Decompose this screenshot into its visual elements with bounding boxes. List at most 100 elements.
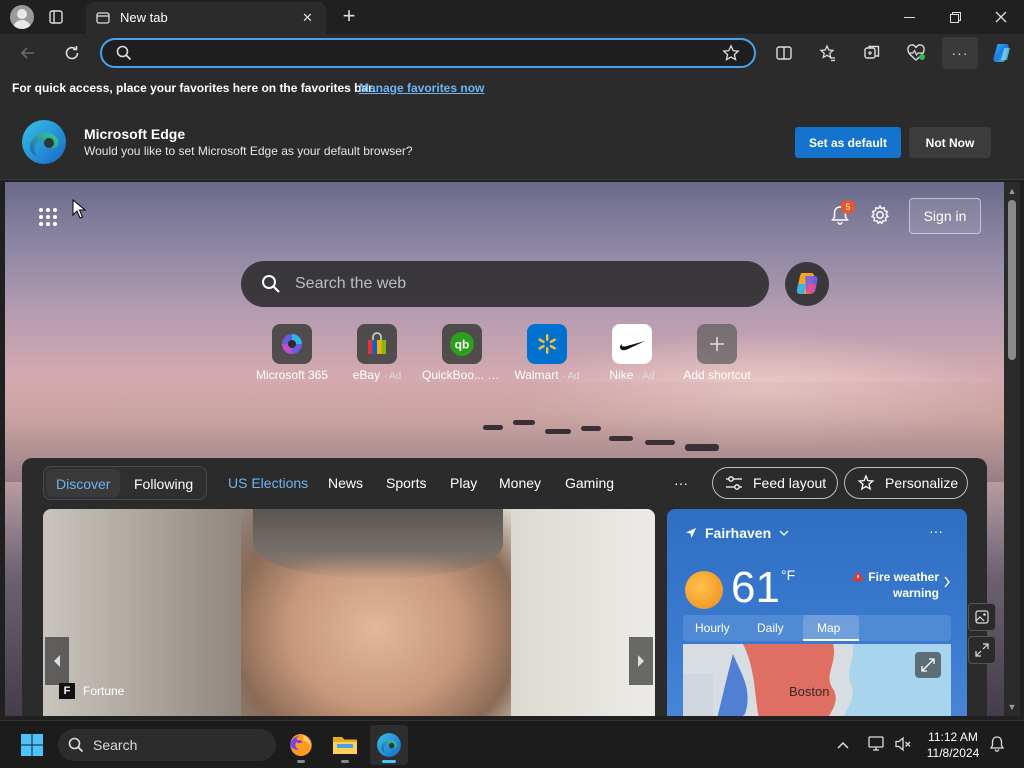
shortcut-microsoft-365[interactable]: Microsoft 365 (252, 324, 332, 382)
nav-money[interactable]: Money (499, 475, 541, 491)
tab-new-tab[interactable]: New tab ✕ (86, 2, 326, 34)
taskbar-clock[interactable]: 11:12 AM 11/8/2024 (918, 729, 988, 761)
shortcut-ad-label: · Ad (561, 371, 580, 382)
weather-card[interactable]: Fairhaven ··· 61 °F Fire weather warning… (667, 509, 967, 716)
new-tab-button[interactable]: + (338, 3, 360, 29)
shortcut-ebay[interactable]: eBay · Ad (337, 324, 417, 382)
not-now-button[interactable]: Not Now (909, 127, 991, 158)
tab-discover[interactable]: Discover (56, 476, 110, 492)
shortcut-ad-label: · Ad (636, 371, 655, 382)
volume-muted-button[interactable] (894, 735, 912, 758)
notification-center-button[interactable] (988, 735, 1006, 758)
sign-in-button[interactable]: Sign in (909, 198, 981, 234)
nav-gaming[interactable]: Gaming (565, 475, 614, 491)
tab-following[interactable]: Following (134, 476, 193, 492)
weather-tabs: Hourly Daily Map (683, 615, 951, 641)
weather-temperature: 61 (731, 563, 780, 612)
collections-button[interactable] (856, 37, 888, 69)
network-monitor-icon (868, 736, 884, 751)
weather-unit: °F (781, 567, 796, 583)
web-search-input[interactable] (295, 274, 735, 294)
feed-segment-control: Discover Following (43, 466, 207, 500)
nav-more-button[interactable]: ··· (674, 475, 688, 491)
taskbar-edge[interactable] (370, 725, 408, 765)
nav-play[interactable]: Play (450, 475, 477, 491)
manage-favorites-link[interactable]: Manage favorites now (359, 81, 484, 95)
copilot-button[interactable] (986, 37, 1018, 69)
scroll-down-arrow-icon[interactable]: ▼ (1007, 702, 1017, 712)
search-icon (116, 45, 132, 66)
favorites-button[interactable] (812, 37, 844, 69)
weather-tab-map[interactable]: Map (817, 621, 840, 635)
windows-start-button[interactable] (20, 733, 44, 757)
browser-essentials-button[interactable] (900, 37, 932, 69)
weather-tab-hourly[interactable]: Hourly (695, 621, 730, 635)
taskbar-search-box[interactable]: Search (58, 729, 276, 761)
nav-us-elections[interactable]: US Elections (228, 475, 308, 491)
app-launcher-button[interactable] (37, 206, 59, 228)
page-scrollbar[interactable]: ▲ ▼ (1004, 182, 1020, 716)
shortcut-ad-label: · Ad (487, 371, 502, 382)
heart-pulse-icon (907, 44, 925, 61)
favorite-star-icon[interactable] (722, 44, 740, 67)
feed-layout-button[interactable]: Feed layout (712, 467, 838, 499)
close-window-button[interactable] (978, 0, 1024, 34)
location-arrow-icon (686, 528, 696, 538)
weather-location[interactable]: Fairhaven (685, 525, 789, 541)
chevron-down-icon (779, 530, 789, 536)
personalize-label: Personalize (885, 475, 959, 491)
shortcut-label: Nike (609, 368, 634, 382)
hero-news-card[interactable]: F Fortune (43, 509, 655, 716)
fire-weather-warning[interactable]: Fire weather warning (835, 569, 939, 601)
weather-map[interactable]: Boston (683, 644, 951, 716)
split-screen-button[interactable] (768, 37, 800, 69)
restore-icon (949, 11, 961, 23)
notifications-button[interactable]: 5 (829, 200, 855, 230)
copilot-icon (796, 273, 818, 294)
nav-sports[interactable]: Sports (386, 475, 426, 491)
address-input[interactable] (138, 44, 718, 62)
chevron-right-icon[interactable] (943, 575, 951, 593)
taskbar-file-explorer[interactable] (326, 725, 364, 765)
scrollbar-thumb[interactable] (1008, 200, 1016, 360)
web-search-box[interactable] (241, 261, 769, 307)
copilot-search-button[interactable] (785, 262, 829, 306)
shortcut-quickbooks[interactable]: qb QuickBoo... · Ad (422, 324, 502, 382)
refresh-icon (65, 46, 79, 60)
refresh-button[interactable] (56, 37, 88, 69)
weather-more-button[interactable]: ··· (929, 523, 943, 539)
back-button[interactable] (12, 37, 44, 69)
show-hidden-icons-button[interactable] (836, 737, 850, 755)
shortcut-nike[interactable]: Nike · Ad (592, 324, 672, 382)
tab-close-icon[interactable]: ✕ (302, 10, 313, 26)
address-bar[interactable] (100, 38, 756, 68)
banner-title: Microsoft Edge (84, 126, 186, 142)
tab-actions-icon[interactable] (48, 9, 64, 25)
carousel-next-button[interactable] (629, 637, 653, 685)
page-settings-button[interactable] (869, 204, 893, 228)
background-image-button[interactable] (968, 603, 996, 631)
map-city-label: Boston (789, 684, 830, 699)
personalize-button[interactable]: Personalize (844, 467, 968, 499)
nav-news[interactable]: News (328, 475, 363, 491)
maximize-button[interactable] (932, 0, 978, 34)
notification-badge: 5 (841, 200, 855, 214)
weather-tab-daily[interactable]: Daily (757, 621, 784, 635)
windows-logo-icon (21, 734, 43, 756)
title-bar: New tab ✕ + (0, 0, 1024, 34)
firefox-icon (290, 734, 312, 756)
scroll-up-arrow-icon[interactable]: ▲ (1007, 186, 1017, 196)
network-status-button[interactable] (868, 735, 886, 758)
carousel-previous-button[interactable] (45, 637, 69, 685)
background-rock (685, 444, 719, 451)
settings-and-more-button[interactable]: ··· (942, 37, 978, 69)
profile-avatar[interactable] (10, 5, 34, 29)
taskbar-firefox[interactable] (282, 725, 320, 765)
shortcut-label: Microsoft 365 (255, 368, 329, 382)
minimize-button[interactable] (886, 0, 932, 34)
map-expand-button[interactable] (915, 652, 941, 678)
shortcut-walmart[interactable]: Walmart · Ad (507, 324, 587, 382)
add-shortcut-button[interactable]: Add shortcut (677, 324, 757, 382)
set-as-default-button[interactable]: Set as default (795, 127, 901, 158)
fullscreen-button[interactable] (968, 636, 996, 664)
